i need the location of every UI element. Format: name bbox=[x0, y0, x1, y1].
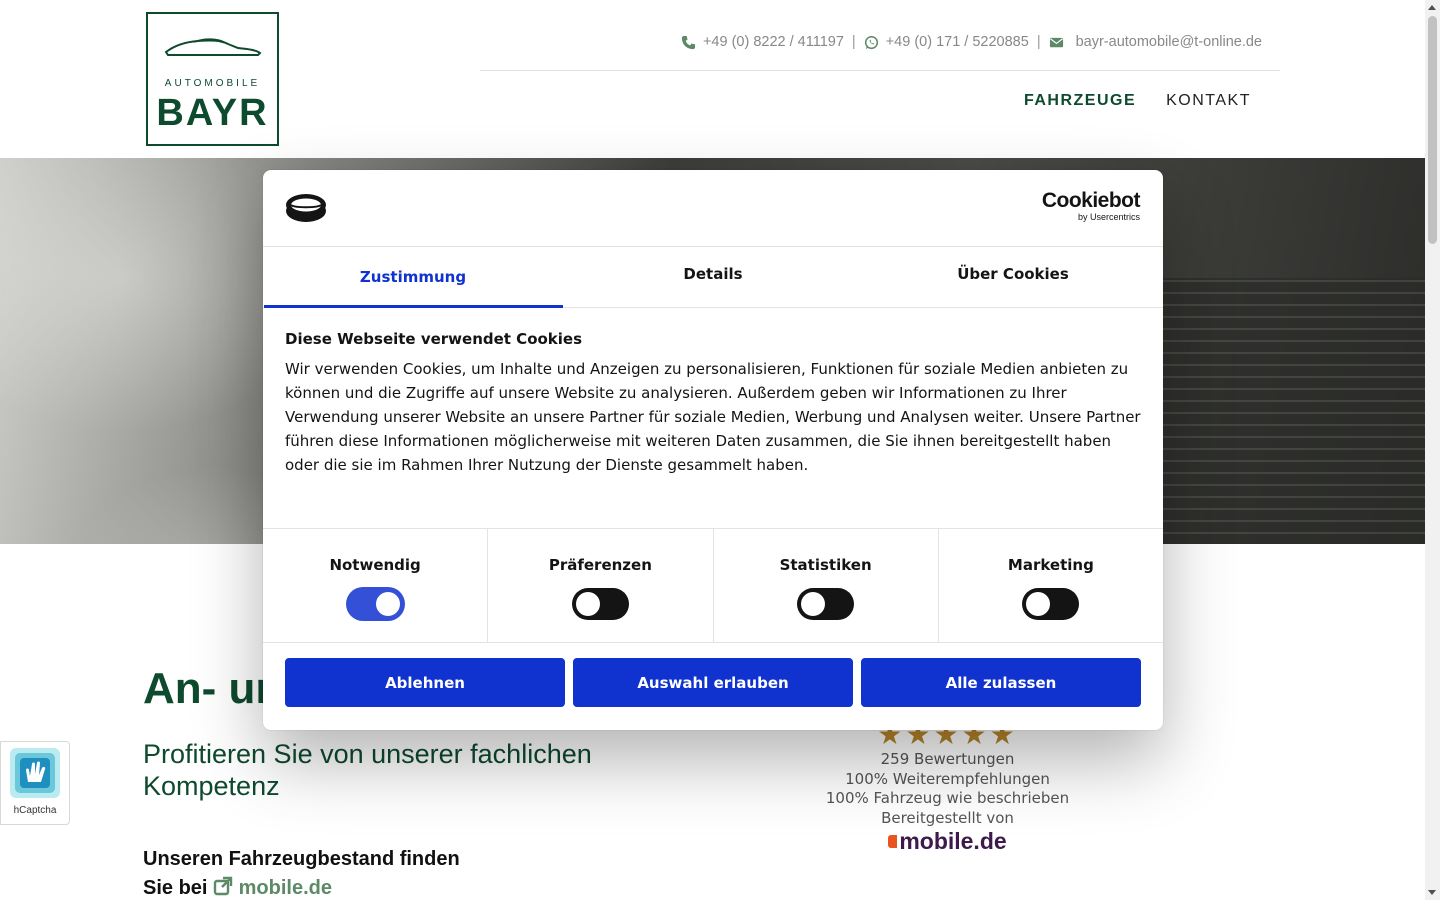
mobilede-logo-mark bbox=[888, 835, 898, 849]
contact-separator: | bbox=[851, 34, 856, 50]
category-label: Notwendig bbox=[329, 556, 421, 574]
nav-item-fahrzeuge[interactable]: FAHRZEUGE bbox=[1024, 92, 1136, 110]
scroll-down-arrow-icon[interactable] bbox=[1428, 890, 1436, 895]
page-headline: An- ur bbox=[143, 664, 273, 713]
category-marketing: Marketing bbox=[939, 529, 1163, 642]
decline-button[interactable]: Ablehnen bbox=[285, 658, 565, 707]
toggle-statistiken[interactable] bbox=[797, 588, 855, 620]
mobilede-link-label: mobile.de bbox=[238, 877, 332, 899]
rating-count: 259 Bewertungen bbox=[880, 750, 1015, 768]
mobilede-logo-text: mobile.de bbox=[899, 828, 1007, 854]
toggle-knob bbox=[801, 592, 826, 616]
mobilede-link[interactable]: mobile.de bbox=[213, 876, 332, 899]
car-silhouette-icon bbox=[164, 38, 262, 56]
inventory-callout-line2: Sie bei mobile.de bbox=[143, 874, 460, 900]
category-praeferenzen: Präferenzen bbox=[488, 529, 714, 642]
toggle-knob bbox=[575, 592, 600, 616]
cookie-dialog-actions: Ablehnen Auswahl erlauben Alle zulassen bbox=[285, 658, 1141, 707]
category-label: Marketing bbox=[1007, 556, 1094, 574]
toggle-notwendig[interactable] bbox=[346, 588, 404, 620]
toggle-praeferenzen[interactable] bbox=[571, 588, 629, 620]
logo-title: BAYR bbox=[156, 92, 269, 134]
cookie-dialog-header: Cookiebot by Usercentrics bbox=[263, 170, 1163, 247]
cookie-dialog-title: Diese Webseite verwendet Cookies bbox=[285, 330, 583, 348]
tab-zustimmung[interactable]: Zustimmung bbox=[263, 247, 563, 308]
cookiebot-logo-icon bbox=[286, 194, 326, 222]
rating-provided-by: Bereitgestellt von bbox=[881, 808, 1014, 827]
main-nav: FAHRZEUGE KONTAKT bbox=[1024, 92, 1251, 110]
ratings-widget[interactable]: ★★★★★ 259 Bewertungen 100% Weiterempfehl… bbox=[820, 720, 1075, 854]
cookie-categories: Notwendig Präferenzen Statistiken Market… bbox=[263, 528, 1163, 643]
rating-as-described: 100% Fahrzeug wie beschrieben bbox=[825, 789, 1070, 807]
cookie-consent-dialog: Cookiebot by Usercentrics Zustimmung Det… bbox=[263, 170, 1163, 730]
whatsapp-icon bbox=[864, 35, 878, 49]
category-label: Statistiken bbox=[779, 556, 872, 574]
contact-separator: | bbox=[1036, 34, 1041, 50]
tab-details[interactable]: Details bbox=[563, 247, 863, 307]
scrollbar-thumb[interactable] bbox=[1428, 16, 1437, 244]
cookie-dialog-body: Diese Webseite verwendet Cookies Wir ver… bbox=[285, 330, 1141, 477]
cookiebot-brand[interactable]: Cookiebot by Usercentrics bbox=[1041, 189, 1141, 223]
cookiebot-brand-sub: by Usercentrics bbox=[1077, 212, 1140, 222]
envelope-icon bbox=[1049, 37, 1063, 47]
hcaptcha-badge[interactable]: hCaptcha bbox=[0, 741, 70, 825]
cookie-dialog-tabs: Zustimmung Details Über Cookies bbox=[263, 247, 1163, 308]
allow-all-button[interactable]: Alle zulassen bbox=[861, 658, 1141, 707]
logo-subtitle: AUTOMOBILE bbox=[164, 78, 261, 89]
phone-icon bbox=[681, 35, 696, 49]
category-notwendig: Notwendig bbox=[263, 529, 489, 642]
hcaptcha-label: hCaptcha bbox=[13, 805, 57, 816]
mobilede-logo: mobile.de bbox=[888, 828, 1007, 854]
allow-selection-button[interactable]: Auswahl erlauben bbox=[573, 658, 853, 707]
page-scrollbar[interactable] bbox=[1425, 0, 1440, 900]
inventory-callout-prefix: Sie bei bbox=[143, 877, 208, 899]
cookiebot-brand-name: Cookiebot bbox=[1041, 189, 1141, 212]
scroll-up-arrow-icon[interactable] bbox=[1428, 5, 1436, 10]
email-link[interactable]: bayr-automobile@t-online.de bbox=[1076, 34, 1262, 50]
category-label: Präferenzen bbox=[548, 556, 652, 574]
header-divider bbox=[480, 70, 1280, 71]
toggle-marketing[interactable] bbox=[1022, 588, 1080, 620]
tab-ueber-cookies[interactable]: Über Cookies bbox=[863, 247, 1163, 307]
rating-recommend: 100% Weiterempfehlungen bbox=[845, 769, 1050, 788]
external-link-icon bbox=[213, 876, 233, 896]
phone-link[interactable]: +49 (0) 8222 / 411197 bbox=[703, 34, 844, 50]
whatsapp-link[interactable]: +49 (0) 171 / 5220885 bbox=[886, 34, 1029, 50]
category-statistiken: Statistiken bbox=[714, 529, 939, 642]
nav-item-kontakt[interactable]: KONTAKT bbox=[1166, 92, 1251, 110]
contact-bar: +49 (0) 8222 / 411197 | +49 (0) 171 / 52… bbox=[681, 34, 1262, 50]
toggle-knob bbox=[375, 592, 400, 616]
toggle-knob bbox=[1026, 592, 1051, 616]
hcaptcha-hand-icon bbox=[10, 748, 60, 798]
page-subline: Profitieren Sie von unserer fachlichen K… bbox=[143, 739, 592, 801]
cookie-dialog-text: Wir verwenden Cookies, um Inhalte und An… bbox=[285, 360, 1141, 474]
inventory-callout: Unseren Fahrzeugbestand finden Sie bei m… bbox=[143, 845, 460, 900]
site-logo[interactable]: AUTOMOBILE BAYR bbox=[146, 12, 279, 146]
site-header: AUTOMOBILE BAYR +49 (0) 8222 / 411197 | … bbox=[0, 0, 1425, 158]
inventory-callout-line1: Unseren Fahrzeugbestand finden bbox=[143, 848, 460, 870]
